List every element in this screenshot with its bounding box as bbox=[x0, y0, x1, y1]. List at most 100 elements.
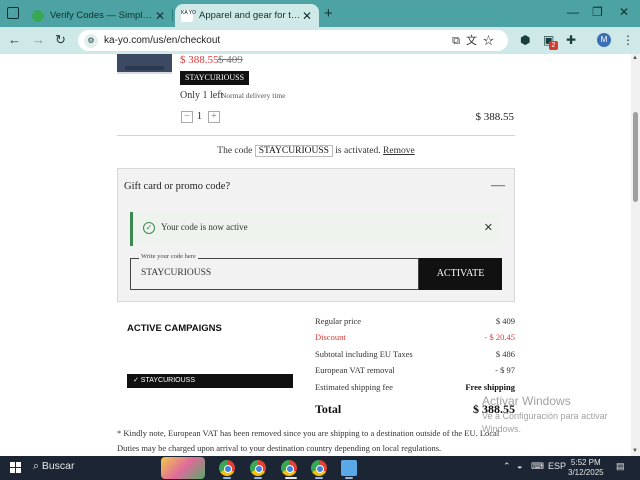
taskbar-search-label: Buscar bbox=[41, 460, 75, 472]
stock-text: Only 1 left bbox=[180, 90, 224, 101]
app-running-indicator bbox=[254, 477, 262, 479]
taskbar-search[interactable]: ⌕ Buscar bbox=[33, 460, 75, 473]
active-code: STAYCURIOUSS bbox=[254, 145, 333, 157]
divider bbox=[117, 135, 515, 136]
close-tab-icon[interactable]: ✕ bbox=[301, 9, 313, 23]
taskbar-clock[interactable]: 5:52 PM 3/12/2025 bbox=[568, 458, 604, 478]
tab-simplycodes[interactable]: Verify Codes — SimplyCodes ✕ bbox=[26, 4, 172, 27]
bookmark-star-icon[interactable]: ☆ bbox=[483, 35, 500, 47]
minimize-icon[interactable]: — bbox=[567, 5, 579, 19]
chrome-app-icon[interactable] bbox=[281, 460, 297, 476]
address-bar-actions: ⧉文☆ bbox=[452, 32, 500, 48]
quantity-value: 1 bbox=[197, 111, 202, 122]
extension-icon[interactable]: ⬢ bbox=[520, 33, 530, 47]
summary-value: - $ 20.45 bbox=[484, 332, 515, 342]
tab-strip: Verify Codes — SimplyCodes ✕ KA YO Appar… bbox=[0, 0, 640, 27]
activate-windows-watermark: Activar Windows Ve a Configuración para … bbox=[482, 394, 640, 436]
checkout-page: $ 388.55 $ 409 STAYCURIOUSS Only 1 left … bbox=[0, 54, 640, 456]
line-total: $ 388.55 bbox=[475, 111, 515, 123]
alert-message: Your code is now active bbox=[161, 222, 248, 232]
chrome-app-icon[interactable] bbox=[250, 460, 266, 476]
tab-title: Apparel and gear for the curious bbox=[199, 10, 301, 21]
code-suffix: is activated. bbox=[335, 146, 381, 156]
promo-title[interactable]: Gift card or promo code? bbox=[124, 181, 230, 192]
windows-start-icon[interactable] bbox=[10, 462, 21, 473]
summary-value: $ 409 bbox=[495, 316, 515, 326]
close-alert-icon[interactable]: ✕ bbox=[484, 221, 493, 234]
product-original-price: $ 409 bbox=[218, 54, 243, 66]
promo-code-panel: Gift card or promo code? — ✓ Your code i… bbox=[117, 168, 515, 302]
delivery-text: Normal delivery time bbox=[221, 91, 286, 100]
summary-label: Regular price bbox=[315, 316, 362, 326]
product-sale-price: $ 388.55 bbox=[180, 54, 219, 66]
remove-code-link[interactable]: Remove bbox=[383, 146, 415, 156]
app-running-indicator bbox=[345, 477, 353, 479]
quantity-increase-button[interactable]: + bbox=[208, 111, 220, 123]
scroll-up-icon[interactable]: ▲ bbox=[632, 55, 638, 61]
restore-icon[interactable]: ❐ bbox=[592, 5, 603, 19]
profile-avatar[interactable]: M bbox=[597, 33, 611, 47]
scrollbar-thumb[interactable] bbox=[633, 112, 638, 202]
promo-code-field[interactable]: Write your code here bbox=[130, 253, 419, 290]
summary-label: Discount bbox=[315, 332, 346, 342]
quantity-decrease-button[interactable]: − bbox=[181, 111, 193, 123]
product-code-tag: STAYCURIOUSS bbox=[180, 71, 250, 85]
active-campaigns-title: ACTIVE CAMPAIGNS bbox=[127, 323, 222, 334]
clock-date: 3/12/2025 bbox=[568, 468, 604, 477]
summary-label: European VAT removal bbox=[315, 365, 395, 375]
close-tab-icon[interactable]: ✕ bbox=[154, 9, 166, 23]
product-image[interactable] bbox=[117, 54, 172, 74]
notifications-icon[interactable]: ▤ bbox=[616, 461, 625, 472]
activate-button[interactable]: ACTIVATE bbox=[419, 258, 502, 290]
summary-value: $ 486 bbox=[495, 349, 515, 359]
summary-label: Estimated shipping fee bbox=[315, 382, 393, 392]
windows-taskbar: ⌕ Buscar ⌃ ◒ ⌨ ESP 5:52 PM 3/12/2025 ▤ bbox=[0, 456, 640, 480]
summary-value: - $ 97 bbox=[495, 365, 515, 375]
site-info-icon[interactable]: ⚙ bbox=[84, 33, 98, 48]
back-icon[interactable]: ← bbox=[8, 32, 21, 47]
check-circle-icon: ✓ bbox=[143, 222, 155, 234]
tab-actions-icon[interactable] bbox=[7, 7, 19, 19]
close-window-icon[interactable]: ✕ bbox=[619, 5, 629, 19]
tab-kayo[interactable]: KA YO Apparel and gear for the curious ✕ bbox=[175, 4, 319, 27]
code-active-alert: ✓ Your code is now active ✕ bbox=[130, 212, 502, 246]
app-running-indicator bbox=[223, 477, 231, 479]
page-scrollbar[interactable]: ▲ ▼ bbox=[631, 54, 640, 456]
scroll-down-icon[interactable]: ▼ bbox=[632, 448, 638, 454]
network-icon[interactable]: ◒ bbox=[517, 461, 522, 471]
simplycodes-favicon-icon bbox=[32, 9, 44, 22]
collapse-promo-button[interactable]: — bbox=[491, 178, 505, 194]
code-activated-message: The code STAYCURIOUSS is activated. Remo… bbox=[117, 145, 515, 157]
address-bar[interactable]: ⚙ ka-yo.com/us/en/checkout ⧉文☆ bbox=[78, 30, 508, 51]
chrome-app-icon[interactable] bbox=[219, 460, 235, 476]
tray-overflow-icon[interactable]: ⌃ bbox=[503, 461, 511, 472]
menu-kebab-icon[interactable]: ⋮ bbox=[622, 33, 634, 47]
tab-separator bbox=[172, 9, 173, 21]
language-indicator[interactable]: ESP bbox=[548, 461, 566, 471]
new-tab-icon[interactable]: + bbox=[324, 5, 333, 22]
translate-icon[interactable]: 文 bbox=[466, 35, 483, 47]
total-label: Total bbox=[315, 402, 342, 416]
tab-title: Verify Codes — SimplyCodes bbox=[50, 10, 154, 21]
chrome-app-icon[interactable] bbox=[311, 460, 327, 476]
vat-note: * Kindly note, European VAT has been rem… bbox=[117, 428, 500, 453]
url-text[interactable]: ka-yo.com/us/en/checkout bbox=[104, 35, 220, 46]
promo-code-input[interactable] bbox=[141, 268, 401, 278]
notepad-app-icon[interactable] bbox=[341, 460, 357, 476]
watermark-subtitle: Ve a Configuración para activar Windows. bbox=[482, 411, 608, 434]
extension-badge: 2 bbox=[549, 41, 558, 50]
kayo-favicon-icon: KA YO bbox=[181, 9, 196, 22]
campaign-chip: ✓ STAYCURIOUSS bbox=[127, 374, 293, 388]
widgets-icon[interactable] bbox=[161, 457, 205, 479]
code-prefix: The code bbox=[217, 146, 253, 156]
install-app-icon[interactable]: ⧉ bbox=[452, 35, 466, 47]
summary-value: Free shipping bbox=[465, 382, 515, 392]
search-icon: ⌕ bbox=[33, 460, 39, 472]
reload-icon[interactable]: ↻ bbox=[55, 32, 66, 48]
forward-icon[interactable]: → bbox=[32, 32, 45, 47]
extensions-puzzle-icon[interactable]: ✚ bbox=[566, 33, 576, 47]
keyboard-icon[interactable]: ⌨ bbox=[531, 461, 544, 472]
app-running-indicator bbox=[315, 477, 323, 479]
browser-toolbar: ← → ↻ ⚙ ka-yo.com/us/en/checkout ⧉文☆ ⬢ ▣… bbox=[0, 27, 640, 54]
app-active-indicator bbox=[285, 477, 297, 479]
